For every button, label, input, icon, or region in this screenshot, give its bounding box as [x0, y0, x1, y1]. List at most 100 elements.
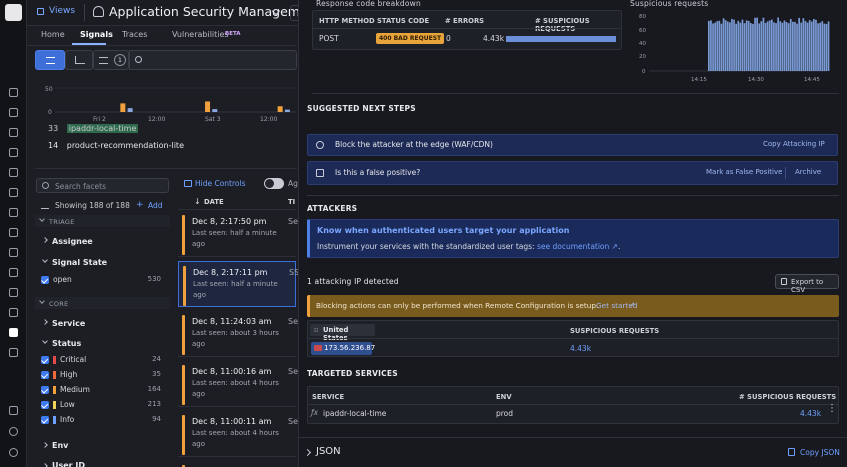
list-item[interactable]: 33 ipaddr-local-time [48, 124, 139, 133]
topbar-button-edge[interactable] [290, 5, 298, 21]
facet-signal-state[interactable]: Signal State [52, 258, 107, 267]
tab-traces[interactable]: Traces [122, 30, 147, 39]
help-icon[interactable] [9, 427, 18, 436]
export-csv-button[interactable]: Export to CSV [775, 274, 839, 294]
suspicious-bar [758, 23, 761, 71]
copy-icon[interactable] [788, 448, 795, 456]
signal-row-partial[interactable] [178, 461, 296, 467]
integrations-icon[interactable] [9, 168, 18, 177]
tab-vulnerabilities[interactable]: Vulnerabilities [172, 30, 229, 39]
sort-arrow-icon[interactable]: ↓ [194, 197, 201, 206]
list-view-button[interactable] [35, 50, 65, 70]
divider [84, 4, 85, 21]
list-item[interactable]: 14 product-recommendation-lite [48, 141, 184, 150]
metrics-icon[interactable] [9, 208, 18, 217]
signal-detail-panel: Response code breakdown HTTP METHOD STAT… [298, 0, 847, 467]
tab-home[interactable]: Home [41, 30, 65, 39]
signal-time: Dec 8, 2:17:50 pm [192, 217, 267, 226]
facet-user-id[interactable]: User ID [52, 461, 85, 467]
security-shield-icon[interactable] [9, 328, 18, 337]
documentation-link[interactable]: see documentation [537, 242, 609, 251]
us-flag-icon [314, 345, 322, 351]
chevron-right-icon[interactable] [303, 448, 312, 457]
copy-json-button[interactable]: Copy JSON [800, 448, 840, 457]
column-header: SUSPICIOUS REQUESTS [570, 327, 660, 335]
facet-status[interactable]: Status [52, 339, 81, 348]
more-options-icon[interactable]: ⋮ [827, 404, 837, 414]
edit-pencil-icon[interactable] [40, 201, 54, 209]
mark-false-positive-button[interactable]: Mark as False Positive [706, 168, 782, 176]
signal-row-selected[interactable]: Dec 8, 2:17:11 pm Last seen: half a minu… [178, 261, 299, 307]
chevron-right-icon[interactable] [42, 319, 48, 325]
synthetics-icon[interactable] [9, 308, 18, 317]
datadog-logo-icon[interactable] [5, 4, 22, 21]
filter-button[interactable]: 1 [93, 50, 129, 70]
monitors-icon[interactable] [9, 188, 18, 197]
checkbox[interactable] [41, 276, 49, 284]
checkbox[interactable] [41, 356, 49, 364]
column-header: # ERRORS [445, 17, 485, 25]
watchdog-icon[interactable] [9, 108, 18, 117]
suspicious-bar [775, 23, 777, 71]
ip-suspicious-count[interactable]: 4.43k [570, 344, 591, 353]
ip-address-chip[interactable]: 173.56.236.87 [311, 342, 375, 355]
checkbox[interactable] [41, 371, 49, 379]
tab-signals[interactable]: Signals [80, 30, 113, 39]
dashboards-icon[interactable] [9, 148, 18, 157]
signal-row[interactable]: Dec 8, 11:00:16 am Last seen: about 4 ho… [178, 361, 298, 407]
external-link-icon[interactable]: ↗ [629, 300, 635, 309]
events-icon[interactable] [9, 128, 18, 137]
chevron-right-icon[interactable] [42, 442, 48, 448]
chevron-down-icon[interactable] [42, 338, 48, 344]
logs-icon[interactable] [9, 268, 18, 277]
status-swatch [53, 356, 56, 364]
checkbox[interactable] [41, 416, 49, 424]
suspicious-bar [821, 21, 824, 71]
signal-row[interactable]: Dec 8, 11:24:03 am Last seen: about 3 ho… [178, 311, 298, 357]
service-suspicious-count[interactable]: 4.43k [800, 409, 821, 418]
query-search-input[interactable] [129, 50, 297, 70]
chevron-right-icon[interactable] [42, 463, 48, 467]
facet-assignee[interactable]: Assignee [52, 237, 93, 246]
facet-value-count: 530 [147, 275, 161, 283]
ux-monitoring-icon[interactable] [9, 348, 18, 357]
views-icon[interactable] [37, 8, 44, 15]
plus-icon[interactable]: + [136, 200, 144, 210]
signal-row[interactable]: Dec 8, 11:00:11 am Last seen: about 4 ho… [178, 411, 298, 457]
signal-title-truncated: Se [288, 317, 298, 326]
notebooks-icon[interactable] [9, 288, 18, 297]
infrastructure-icon[interactable] [9, 228, 18, 237]
facet-env[interactable]: Env [52, 441, 68, 450]
chevron-down-icon[interactable] [42, 257, 48, 263]
suspicious-bar [716, 21, 719, 71]
search-icon[interactable] [9, 88, 18, 97]
service-name[interactable]: ipaddr-local-time [323, 409, 386, 418]
app-title: Application Security Management [109, 4, 321, 19]
copy-attacking-ip-button[interactable]: Copy Attacking IP [763, 140, 825, 148]
suspicious-bar [810, 21, 813, 71]
json-section-toggle[interactable]: JSON [316, 446, 341, 457]
facet-service[interactable]: Service [52, 319, 85, 328]
views-button[interactable]: Views [49, 6, 75, 16]
status-swatch [53, 386, 56, 394]
suspicious-bar [718, 20, 721, 72]
date-column-header[interactable]: DATE [204, 198, 224, 206]
export-csv-label: Export to CSV [791, 278, 824, 294]
chevron-right-icon[interactable] [42, 237, 48, 243]
signal-row[interactable]: Dec 8, 2:17:50 pm Last seen: half a minu… [178, 211, 298, 257]
checkbox[interactable] [41, 386, 49, 394]
apm-icon[interactable] [9, 248, 18, 257]
signal-title-truncated: Se [288, 417, 298, 426]
checkbox[interactable] [41, 401, 49, 409]
archive-button[interactable]: Archive [795, 168, 821, 176]
search-facets-input[interactable]: Search facets [36, 178, 169, 193]
user-avatar-icon[interactable] [9, 448, 18, 457]
attacking-ip-count: 1 attacking IP detected [307, 277, 399, 286]
x-tick: 12:00 [260, 116, 277, 123]
add-facet-button[interactable]: Add [148, 201, 163, 210]
chat-icon[interactable] [9, 406, 18, 415]
suspicious-bar [708, 20, 710, 72]
external-link-icon[interactable]: ↗ [612, 242, 618, 251]
http-method: POST [319, 34, 339, 43]
timeseries-view-button[interactable] [65, 50, 93, 70]
